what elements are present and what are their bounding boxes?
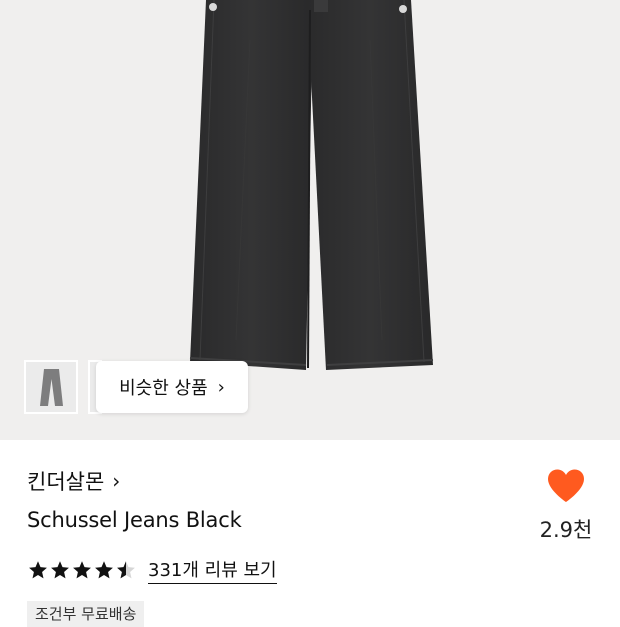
product-title: Schussel Jeans Black: [27, 508, 242, 532]
product-image-gallery[interactable]: 비슷한 상품 ›: [0, 0, 620, 440]
brand-link[interactable]: 킨더살몬 ›: [27, 466, 120, 496]
star-icon: [51, 561, 69, 579]
star-icon: [29, 561, 47, 579]
gallery-thumbnail[interactable]: [24, 360, 78, 414]
similar-products-button[interactable]: 비슷한 상품 ›: [96, 361, 248, 413]
rating-stars: [28, 560, 138, 580]
heart-icon: [548, 469, 584, 502]
shipping-badge: 조건부 무료배송: [27, 601, 145, 627]
chevron-right-icon: ›: [217, 376, 225, 398]
star-icon: [95, 561, 113, 579]
review-link[interactable]: 331개 리뷰 보기: [148, 556, 277, 584]
similar-products-label: 비슷한 상품: [119, 378, 208, 399]
chevron-right-icon: ›: [112, 469, 121, 493]
star-icon: [73, 561, 91, 579]
star-half-icon: [117, 561, 135, 579]
thumbnail-jeans-image: [40, 369, 63, 406]
like-button[interactable]: 2.9천: [530, 468, 602, 544]
rating-row: 331개 리뷰 보기: [28, 556, 277, 584]
brand-name: 킨더살몬: [27, 470, 105, 494]
like-count: 2.9천: [539, 518, 593, 542]
